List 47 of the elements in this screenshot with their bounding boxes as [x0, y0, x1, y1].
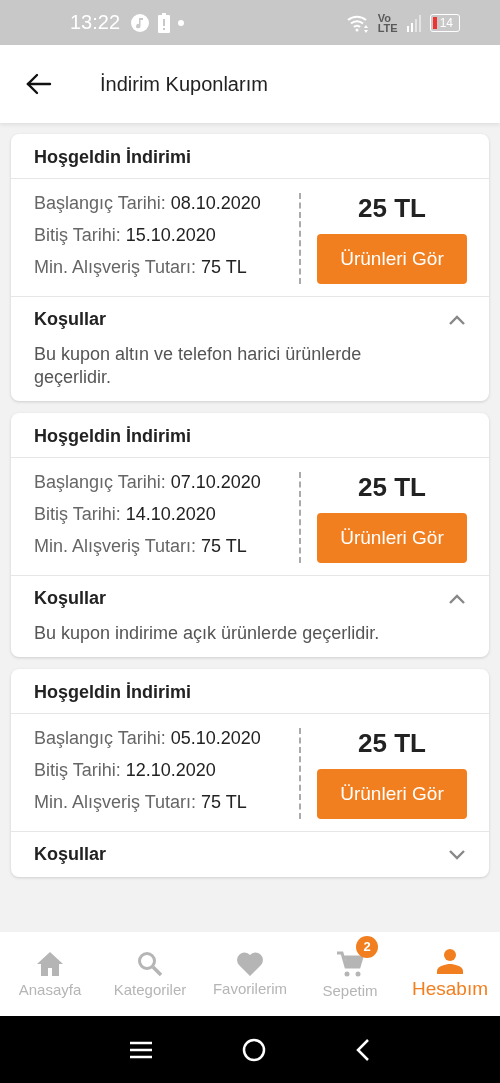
discount-amount: 25 TL — [358, 472, 426, 503]
coupon-title: Hoşgeldin İndirimi — [11, 134, 489, 179]
coupon-title: Hoşgeldin İndirimi — [11, 413, 489, 458]
conditions-label: Koşullar — [34, 844, 107, 865]
coupon-detail: Başlangıç Tarihi: 08.10.2020 — [34, 193, 262, 214]
view-products-button[interactable]: Ürünleri Gör — [317, 513, 467, 563]
nav-tab[interactable]: Anasayfa — [0, 932, 100, 1016]
home-button-icon[interactable] — [242, 1037, 266, 1062]
home-icon — [36, 950, 64, 977]
music-note-icon — [130, 12, 151, 33]
coupon-detail: Bitiş Tarihi: 15.10.2020 — [34, 225, 217, 246]
coupon-detail: Başlangıç Tarihi: 07.10.2020 — [34, 472, 262, 493]
coupon-detail: Min. Alışveriş Tutarı: 75 TL — [34, 536, 248, 557]
coupon-detail: Min. Alışveriş Tutarı: 75 TL — [34, 792, 248, 813]
battery-alert-icon — [158, 12, 171, 33]
chevron-up-icon[interactable] — [448, 592, 466, 605]
coupon-detail: Min. Alışveriş Tutarı: 75 TL — [34, 257, 248, 278]
back-arrow-icon[interactable] — [26, 73, 52, 95]
cart-count-badge: 2 — [356, 935, 378, 958]
heart-icon — [236, 951, 264, 976]
coupon-detail: Bitiş Tarihi: 14.10.2020 — [34, 504, 217, 525]
discount-amount: 25 TL — [358, 193, 426, 224]
chevron-up-icon[interactable] — [448, 313, 466, 326]
nav-tab[interactable]: 2 Sepetim — [300, 932, 400, 1016]
chevron-down-icon[interactable] — [448, 848, 466, 861]
nav-tab[interactable]: Favorilerim — [200, 932, 300, 1016]
back-icon[interactable] — [356, 1037, 370, 1062]
conditions-text: Bu kupon altın ve telefon harici ürünlerde geçerlidir. — [34, 343, 363, 389]
conditions-label: Koşullar — [34, 309, 107, 330]
nav-tab[interactable]: Hesabım — [400, 932, 500, 1016]
coupon-detail: Bitiş Tarihi: 12.10.2020 — [34, 760, 217, 781]
menu-icon[interactable] — [130, 1040, 152, 1059]
conditions-label: Koşullar — [34, 588, 107, 609]
nav-tab[interactable]: Kategoriler — [100, 932, 200, 1016]
dot-icon — [178, 19, 185, 26]
signal-icon — [405, 13, 422, 32]
discount-amount: 25 TL — [358, 728, 426, 759]
view-products-button[interactable]: Ürünleri Gör — [317, 234, 467, 284]
conditions-text: Bu kupon indirime açık ürünlerde geçerlidir. — [34, 622, 381, 645]
search-icon — [137, 950, 163, 977]
network-label: Vo LTE — [377, 12, 398, 33]
page-title: İndirim Kuponlarım — [100, 72, 268, 96]
cart-icon — [336, 949, 364, 978]
coupon-title: Hoşgeldin İndirimi — [11, 669, 489, 714]
view-products-button[interactable]: Ürünleri Gör — [317, 769, 467, 819]
coupon-detail: Başlangıç Tarihi: 05.10.2020 — [34, 728, 262, 749]
person-icon — [436, 948, 464, 974]
